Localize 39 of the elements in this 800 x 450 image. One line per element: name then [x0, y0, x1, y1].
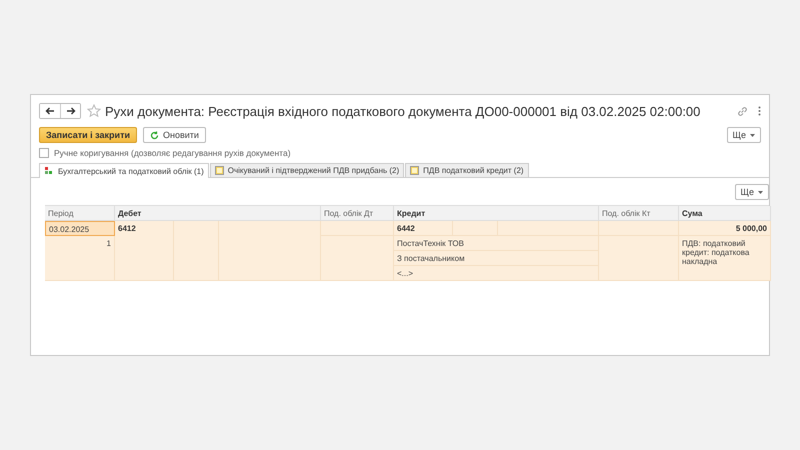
link-icon[interactable] [737, 106, 748, 116]
forward-button[interactable] [60, 104, 80, 118]
back-arrow-icon [45, 107, 55, 115]
register-icon [410, 166, 420, 175]
table-cell: 5 000,00 [679, 221, 771, 236]
table-cell: 6442 [394, 221, 453, 236]
register-icon [214, 166, 224, 175]
tab[interactable]: Бухгалтерський та податковий облік (1) [39, 163, 209, 178]
table-cell [174, 221, 219, 281]
refresh-button[interactable]: Оновити [143, 127, 206, 143]
table-cell[interactable]: 03.02.2025 [45, 221, 115, 236]
column-header[interactable]: Под. облік Кт [599, 206, 679, 221]
save-and-close-button[interactable]: Записати і закрити [39, 127, 138, 143]
manual-edit-label: Ручне коригування (дозволяє редагування рухів документа) [54, 148, 291, 158]
window-title: Рухи документа: Реєстрація вхідного податкового документа ДО00-000001 від 03.02.2025 02:00:00 [105, 104, 700, 118]
forward-arrow-icon [66, 107, 76, 115]
table-cell: 6412 [115, 221, 174, 281]
table-cell: ПДВ: податковий кредит: податкова накладна [679, 236, 771, 281]
more-button[interactable]: Ще [734, 184, 769, 200]
star-icon[interactable] [87, 104, 101, 118]
tab[interactable]: Очікуваний і підтверджений ПДВ придбань (2) [210, 163, 404, 177]
manual-edit-checkbox[interactable] [39, 148, 49, 158]
table-cell: 1 [45, 236, 115, 281]
column-header[interactable]: Под. облік Дт [321, 206, 394, 221]
table-cell [453, 221, 498, 236]
tab[interactable]: ПДВ податковий кредит (2) [405, 163, 529, 177]
caret-icon [750, 134, 755, 136]
more-options-icon[interactable] [758, 106, 761, 116]
column-header[interactable]: Дебет [115, 206, 321, 221]
column-header[interactable]: Період [45, 206, 115, 221]
table-cell: <...> [394, 266, 599, 281]
more-button[interactable]: Ще [726, 127, 761, 143]
table-cell: ПостачТехнік ТОВ [394, 236, 599, 251]
column-header[interactable]: Сума [679, 206, 771, 221]
table-cell: З постачальником [394, 251, 599, 266]
column-header[interactable]: Кредит [394, 206, 599, 221]
caret-icon [758, 190, 763, 194]
refresh-icon [150, 130, 160, 140]
accounting-icon [44, 166, 54, 176]
